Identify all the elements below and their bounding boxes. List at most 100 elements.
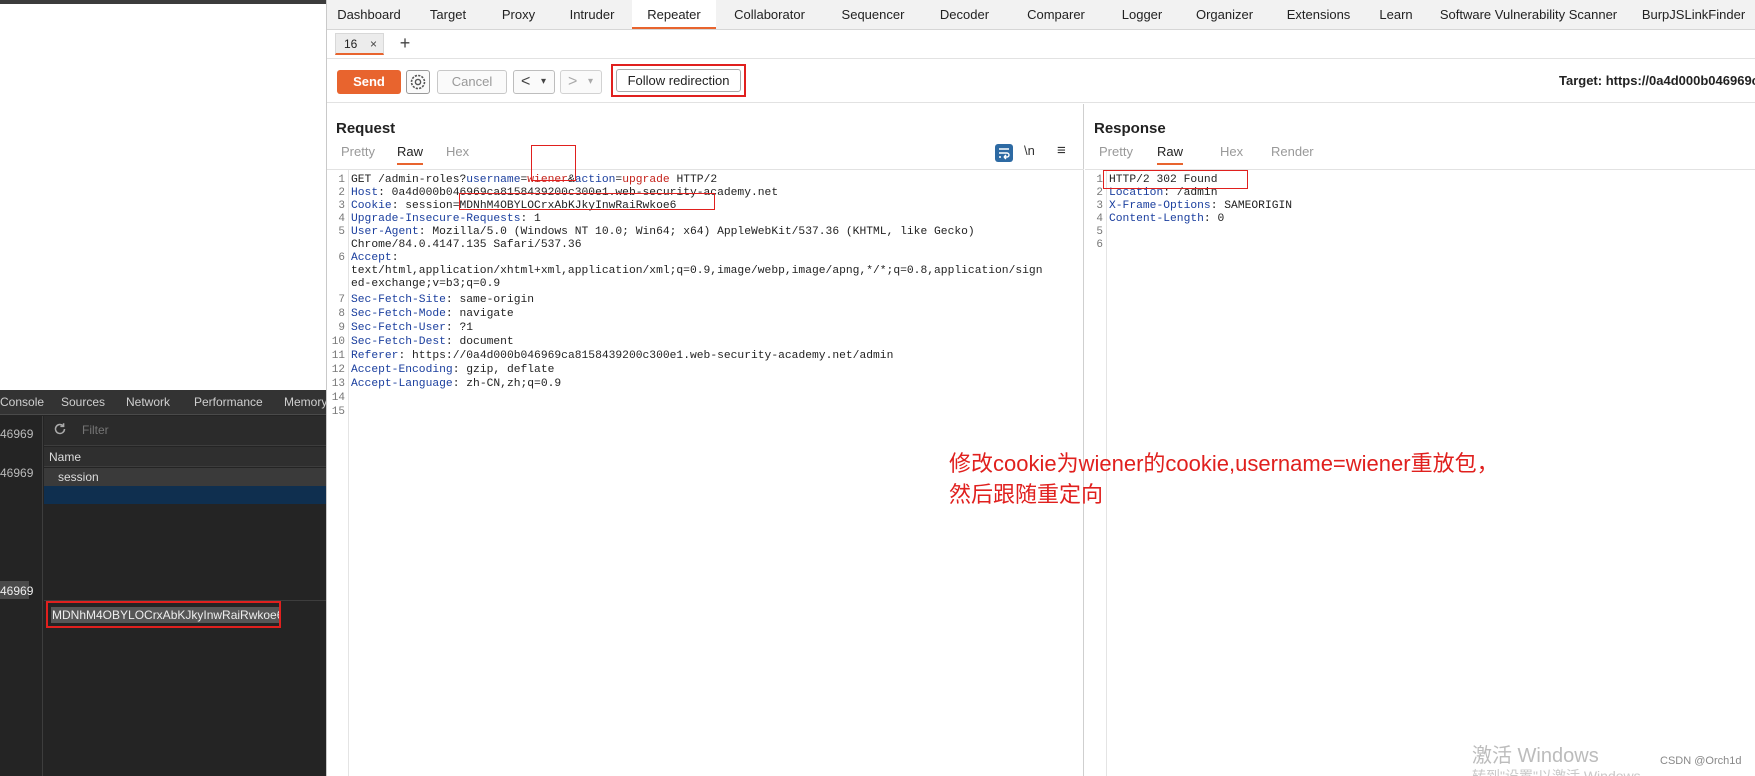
line-number: 6 (338, 252, 345, 264)
close-icon[interactable]: × (370, 37, 377, 51)
menu-logger[interactable]: Logger (1106, 0, 1178, 30)
line-number: 10 (331, 336, 345, 348)
menu-repeater[interactable]: Repeater (632, 0, 716, 29)
menu-icon[interactable]: ≡ (1057, 142, 1066, 159)
request-header: Accept-Language: zh-CN,zh;q=0.9 (351, 378, 562, 390)
sidebar-fragment-selected[interactable]: 46969 (0, 584, 33, 598)
sidebar-fragment[interactable]: 46969 (0, 427, 33, 441)
settings-gear-icon[interactable] (406, 70, 430, 94)
devtools-filter-bar (44, 416, 326, 446)
devtools-tab-network[interactable]: Network (126, 395, 170, 409)
devtools-tab-console[interactable]: Console (0, 395, 44, 409)
send-button[interactable]: Send (337, 70, 401, 94)
line-number: 13 (331, 378, 345, 390)
annotation-box-status (1103, 170, 1248, 189)
annotation-text: 修改cookie为wiener的cookie,username=wiener重放… (949, 448, 1499, 510)
line-number: 3 (1096, 200, 1103, 212)
cookie-row-selected[interactable] (44, 486, 326, 504)
devtools-tab-performance[interactable]: Performance (194, 395, 263, 409)
annotation-line: 修改cookie为wiener的cookie,username=wiener重放… (949, 451, 1499, 476)
request-tab-hex[interactable]: Hex (446, 144, 469, 159)
word-wrap-icon[interactable] (995, 144, 1013, 162)
response-tab-hex[interactable]: Hex (1220, 144, 1243, 159)
devtools-sidebar: 46969 46969 46969 (0, 416, 43, 776)
menu-organizer[interactable]: Organizer (1178, 0, 1271, 30)
devtools-tab-bar: Console Sources Network Performance Memo… (0, 390, 327, 415)
request-header-accept: Accept: (351, 252, 399, 264)
newline-toggle-icon[interactable]: \n (1024, 143, 1035, 158)
reload-icon[interactable] (53, 422, 67, 436)
repeater-toolbar: Send Cancel < ▾ > ▾ Follow redirection T… (327, 59, 1755, 103)
response-tab-pretty[interactable]: Pretty (1099, 144, 1133, 159)
response-tab-render[interactable]: Render (1271, 144, 1314, 159)
devtools-tab-sources[interactable]: Sources (61, 395, 105, 409)
target-label[interactable]: Target: https://0a4d000b046969c (1559, 73, 1755, 88)
add-tab-icon[interactable]: + (395, 32, 415, 54)
menu-software-vulnerability-scanner[interactable]: Software Vulnerability Scanner (1426, 0, 1631, 30)
menu-sequencer[interactable]: Sequencer (823, 0, 923, 30)
chevron-down-icon[interactable]: ▾ (588, 76, 593, 87)
request-tab-pretty[interactable]: Pretty (341, 144, 375, 159)
cancel-button[interactable]: Cancel (437, 70, 507, 94)
line-number: 4 (1096, 213, 1103, 225)
line-number: 5 (1096, 226, 1103, 238)
chevron-left-icon: < (521, 73, 531, 90)
browser-top-bar (0, 0, 326, 4)
windows-activation-watermark: 激活 Windows (1472, 745, 1599, 767)
follow-redirection-button[interactable]: Follow redirection (616, 69, 741, 92)
line-number: 9 (338, 322, 345, 334)
line-number: 6 (1096, 239, 1103, 251)
request-header-continuation: Chrome/84.0.4147.135 Safari/537.36 (351, 239, 582, 251)
line-number: 14 (331, 392, 345, 404)
chevron-down-icon[interactable]: ▾ (541, 76, 546, 87)
request-tab-raw[interactable]: Raw (397, 144, 424, 165)
menu-decoder[interactable]: Decoder (923, 0, 1006, 30)
menu-burpjslinkfinder[interactable]: BurpJSLinkFinder (1631, 0, 1755, 30)
request-header: Upgrade-Insecure-Requests: 1 (351, 213, 541, 225)
request-gutter: 1 2 3 4 5 6 7 8 9 10 11 12 13 14 15 (327, 170, 349, 776)
menu-extensions[interactable]: Extensions (1271, 0, 1366, 30)
devtools-panel: Console Sources Network Performance Memo… (0, 390, 327, 776)
line-number: 2 (1096, 187, 1103, 199)
menu-proxy[interactable]: Proxy (485, 0, 552, 30)
line-number: 4 (338, 213, 345, 225)
menu-learn[interactable]: Learn (1366, 0, 1426, 30)
line-number: 7 (338, 294, 345, 306)
filter-input[interactable] (80, 420, 320, 440)
repeater-tab-16[interactable]: 16 × (335, 33, 384, 55)
devtools-tab-memory[interactable]: Memory (284, 395, 327, 409)
response-tab-raw[interactable]: Raw (1157, 144, 1184, 165)
windows-activation-subtext: 转到"设置"以激活 Windows。 (1472, 768, 1655, 776)
line-number: 2 (338, 187, 345, 199)
tab-label: 16 (344, 37, 358, 51)
request-header: Sec-Fetch-Site: same-origin (351, 294, 535, 306)
menu-target[interactable]: Target (411, 0, 485, 30)
response-header: X-Frame-Options: SAMEORIGIN (1109, 200, 1293, 212)
menu-intruder[interactable]: Intruder (552, 0, 632, 30)
chevron-right-icon: > (568, 73, 578, 90)
request-header: Accept-Encoding: gzip, deflate (351, 364, 555, 376)
repeater-tab-bar: 16 × + (327, 30, 1755, 59)
annotation-box-username (531, 145, 576, 181)
request-title: Request (336, 120, 396, 137)
response-panel: Response Pretty Raw Hex Render 1 2 3 4 5… (1085, 104, 1755, 776)
line-number: 11 (331, 350, 345, 362)
main-menu-bar: Dashboard Target Proxy Intruder Repeater… (327, 0, 1755, 30)
annotation-box-cookie (459, 193, 715, 210)
line-number: 12 (331, 364, 345, 376)
line-number: 15 (331, 406, 345, 418)
response-header: Content-Length: 0 (1109, 213, 1225, 225)
sidebar-fragment[interactable]: 46969 (0, 466, 33, 480)
back-button[interactable]: < ▾ (513, 70, 555, 94)
request-header: Sec-Fetch-User: ?1 (351, 322, 474, 334)
menu-collaborator[interactable]: Collaborator (716, 0, 823, 30)
cookie-value-box[interactable]: MDNhM4OBYLOCrxAbKJkyInwRaiRwkoe6 (46, 601, 281, 628)
request-header-user-agent: User-Agent: Mozilla/5.0 (Windows NT 10.0… (351, 226, 975, 238)
browser-pane: Console Sources Network Performance Memo… (0, 0, 327, 776)
name-column-header[interactable]: Name (44, 447, 326, 467)
response-title: Response (1094, 120, 1166, 137)
forward-button[interactable]: > ▾ (560, 70, 602, 94)
menu-comparer[interactable]: Comparer (1006, 0, 1106, 30)
cookie-row-session[interactable]: session (44, 468, 326, 486)
menu-dashboard[interactable]: Dashboard (327, 0, 411, 30)
